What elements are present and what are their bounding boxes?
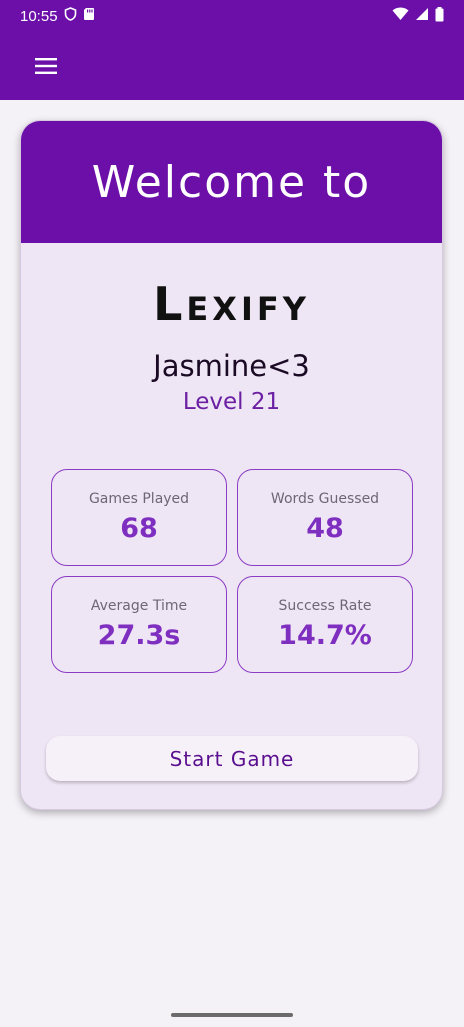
user-level: Level 21 xyxy=(182,389,281,415)
signal-icon xyxy=(415,7,429,25)
status-right xyxy=(392,6,444,26)
app-logo-text: Lexify xyxy=(153,277,310,331)
card-header: Welcome to xyxy=(21,121,442,243)
wifi-icon xyxy=(392,7,409,25)
welcome-title: Welcome to xyxy=(91,156,372,208)
hamburger-menu-icon[interactable] xyxy=(34,54,58,78)
gesture-nav-handle[interactable] xyxy=(171,1013,293,1017)
stat-words-guessed: Words Guessed 48 xyxy=(237,469,413,566)
status-left: 10:55 xyxy=(20,7,95,25)
stat-label: Average Time xyxy=(90,598,188,614)
stat-value: 14.7% xyxy=(278,620,372,651)
stat-label: Success Rate xyxy=(278,598,372,614)
stats-grid: Games Played 68 Words Guessed 48 Average… xyxy=(51,469,413,673)
status-bar: 10:55 xyxy=(0,0,464,32)
sd-card-icon xyxy=(83,7,95,25)
stat-value: 27.3s xyxy=(97,620,181,651)
stat-average-time: Average Time 27.3s xyxy=(51,576,227,673)
battery-icon xyxy=(435,6,444,26)
shield-icon xyxy=(64,7,77,25)
username: Jasmine<3 xyxy=(153,349,310,383)
start-game-button[interactable]: Start Game xyxy=(46,736,418,781)
stat-label: Words Guessed xyxy=(270,491,380,507)
stat-success-rate: Success Rate 14.7% xyxy=(237,576,413,673)
welcome-card: Welcome to Lexify Jasmine<3 Level 21 Gam… xyxy=(20,120,443,810)
status-time: 10:55 xyxy=(20,7,58,25)
app-bar xyxy=(0,32,464,100)
stat-games-played: Games Played 68 xyxy=(51,469,227,566)
stat-value: 48 xyxy=(306,513,344,544)
stat-value: 68 xyxy=(120,513,158,544)
stat-label: Games Played xyxy=(88,491,190,507)
app-screen: 10:55 Welcome to Lexify Jasmine<3 Level … xyxy=(0,0,464,1027)
